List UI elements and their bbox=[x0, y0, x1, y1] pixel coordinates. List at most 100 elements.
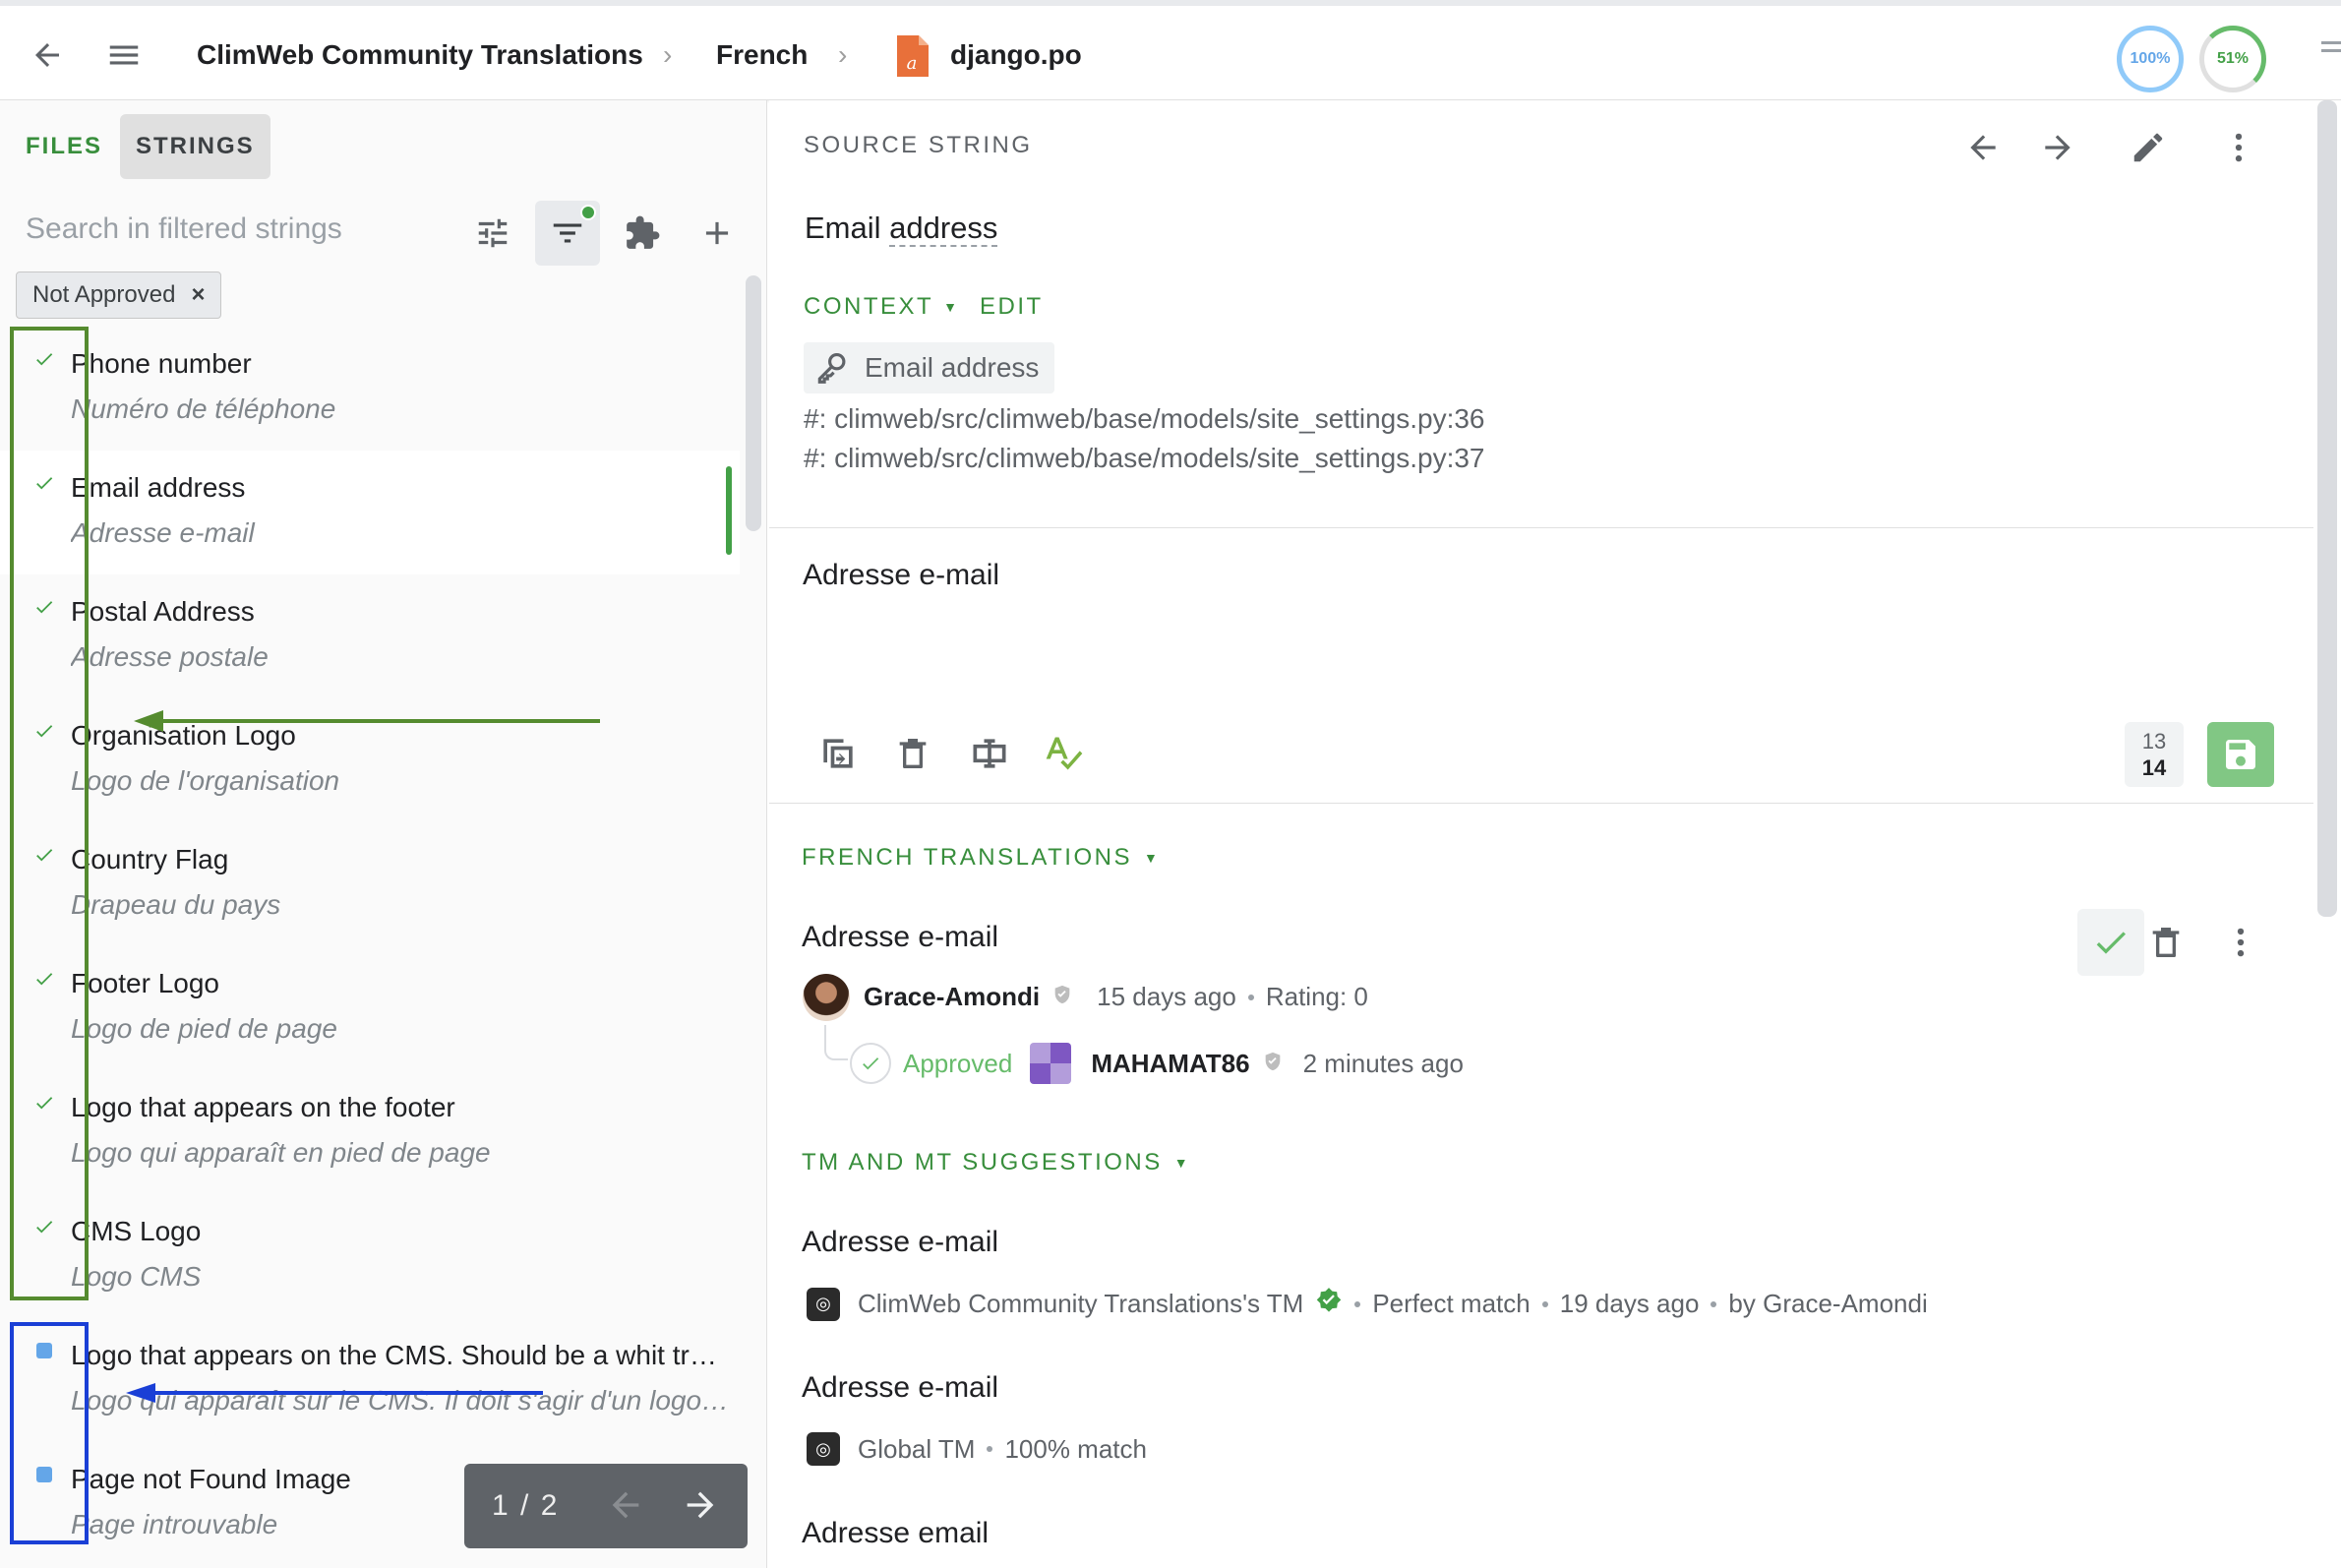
next-string-icon[interactable] bbox=[2030, 120, 2085, 175]
translated-progress-ring[interactable]: 100% bbox=[2117, 26, 2184, 92]
arrow-left-icon[interactable] bbox=[606, 1485, 645, 1530]
separator-dot bbox=[1354, 1300, 1361, 1307]
string-source-text: Email address bbox=[71, 472, 246, 503]
source-reference: #: climweb/src/climweb/base/models/site_… bbox=[804, 403, 1485, 434]
string-source-text: Country Flag bbox=[71, 844, 229, 874]
file-po-icon: a bbox=[895, 35, 929, 82]
delete-translation-icon[interactable] bbox=[2138, 915, 2193, 970]
more-vert-icon[interactable] bbox=[2211, 120, 2266, 175]
top-bar: ClimWeb Community Translations › French … bbox=[0, 0, 2341, 100]
side-menu-icon[interactable] bbox=[2321, 41, 2341, 44]
pager: 1 / 2 bbox=[464, 1464, 748, 1548]
text-field-icon[interactable] bbox=[962, 726, 1017, 781]
string-list-item[interactable]: Logo that appears on the footer Logo qui … bbox=[0, 1070, 740, 1194]
string-list-item[interactable]: Footer Logo Logo de pied de page bbox=[0, 946, 740, 1070]
editor-panel: SOURCE STRING Email address CONTEXT ▼ ED… bbox=[769, 100, 2341, 1568]
more-vert-icon[interactable] bbox=[2213, 915, 2268, 970]
sliders-icon[interactable] bbox=[460, 201, 525, 266]
char-count-translation: 14 bbox=[2141, 755, 2167, 780]
string-translation-text: Numéro de téléphone bbox=[71, 393, 336, 424]
string-list-item[interactable]: Postal Address Adresse postale bbox=[0, 574, 740, 698]
list-scrollbar[interactable] bbox=[746, 275, 761, 531]
approver-avatar[interactable] bbox=[1030, 1043, 1072, 1084]
string-list-item[interactable]: Phone number Numéro de téléphone bbox=[0, 327, 740, 451]
annotation-box-green bbox=[10, 327, 89, 1300]
translation-textarea[interactable]: Adresse e-mail bbox=[803, 559, 2278, 775]
separator-dot bbox=[1711, 1300, 1717, 1307]
caret-down-icon: ▼ bbox=[1173, 1155, 1191, 1171]
approval-meta: Approved MAHAMAT86 2 minutes ago bbox=[850, 1043, 1464, 1084]
translations-heading[interactable]: FRENCH TRANSLATIONS ▼ bbox=[802, 844, 1160, 872]
close-icon[interactable]: × bbox=[191, 281, 205, 309]
translations-heading-label: FRENCH TRANSLATIONS bbox=[802, 844, 1132, 871]
tab-files[interactable]: FILES bbox=[10, 114, 118, 179]
save-icon bbox=[2226, 740, 2255, 769]
string-list-item[interactable]: Country Flag Drapeau du pays bbox=[0, 822, 740, 946]
approver-name[interactable]: MAHAMAT86 bbox=[1091, 1049, 1249, 1079]
translation-meta: Grace-Amondi 15 days ago Rating: 0 bbox=[864, 982, 1368, 1012]
tab-strings-label: STRINGS bbox=[136, 133, 255, 159]
arrow-right-icon[interactable] bbox=[681, 1485, 720, 1530]
check-circle-icon bbox=[850, 1043, 891, 1084]
source-word-glossary[interactable]: address bbox=[889, 211, 998, 247]
suggestion-author[interactable]: by Grace-Amondi bbox=[1728, 1289, 1927, 1319]
string-translation-text: Drapeau du pays bbox=[71, 889, 281, 920]
menu-icon[interactable] bbox=[102, 33, 146, 77]
breadcrumb-file[interactable]: django.po bbox=[950, 39, 1082, 71]
suggestion-source[interactable]: ClimWeb Community Translations's TM bbox=[858, 1289, 1303, 1319]
strings-panel: FILES STRINGS Search in filtered strings… bbox=[0, 100, 767, 1568]
caret-down-icon: ▼ bbox=[1143, 850, 1161, 866]
suggestions-heading[interactable]: TM AND MT SUGGESTIONS ▼ bbox=[802, 1149, 1190, 1176]
key-icon bbox=[817, 352, 846, 384]
divider bbox=[769, 527, 2313, 528]
editor-scrollbar[interactable] bbox=[2317, 100, 2337, 917]
chevron-right-icon: › bbox=[838, 39, 848, 70]
svg-text:a: a bbox=[907, 53, 918, 74]
save-button[interactable] bbox=[2207, 722, 2274, 787]
approved-progress-ring[interactable]: 51% bbox=[2199, 26, 2266, 92]
suggestion-match: Perfect match bbox=[1372, 1289, 1531, 1318]
approved-progress-value: 51% bbox=[2216, 50, 2250, 67]
suggestion-text[interactable]: Adresse email bbox=[802, 1517, 989, 1550]
spellcheck-icon[interactable] bbox=[1037, 726, 1092, 781]
previous-string-icon[interactable] bbox=[1955, 120, 2011, 175]
breadcrumb-project[interactable]: ClimWeb Community Translations bbox=[197, 39, 643, 71]
tab-strings[interactable]: STRINGS bbox=[120, 114, 270, 179]
breadcrumb-language[interactable]: French bbox=[716, 39, 808, 71]
delete-icon[interactable] bbox=[885, 726, 940, 781]
translation-text[interactable]: Adresse e-mail bbox=[802, 921, 998, 954]
context-edit-button[interactable]: EDIT bbox=[980, 293, 1044, 321]
translation-rating: Rating: 0 bbox=[1265, 982, 1368, 1011]
filter-chip-not-approved[interactable]: Not Approved × bbox=[16, 271, 222, 319]
back-arrow-icon[interactable] bbox=[26, 33, 69, 77]
string-list-item[interactable]: Email address Adresse e-mail bbox=[0, 451, 740, 574]
avatar[interactable] bbox=[803, 974, 850, 1021]
string-translation-text: Logo CMS bbox=[71, 1261, 202, 1292]
annotation-arrow-blue bbox=[126, 1383, 543, 1403]
suggestion-match: 100% match bbox=[1004, 1433, 1147, 1464]
filter-button[interactable] bbox=[535, 201, 600, 266]
approve-button[interactable] bbox=[2077, 909, 2144, 976]
add-icon[interactable] bbox=[685, 201, 750, 266]
search-input[interactable]: Search in filtered strings bbox=[26, 212, 342, 246]
filter-chip-label: Not Approved bbox=[32, 281, 176, 308]
puzzle-icon[interactable] bbox=[610, 201, 675, 266]
shield-icon bbox=[1262, 1049, 1284, 1079]
suggestion-text[interactable]: Adresse e-mail bbox=[802, 1371, 998, 1405]
context-label: CONTEXT bbox=[804, 293, 934, 320]
suggestions-heading-label: TM AND MT SUGGESTIONS bbox=[802, 1149, 1163, 1176]
context-toggle[interactable]: CONTEXT ▼ bbox=[804, 293, 960, 321]
selected-indicator bbox=[726, 466, 732, 555]
context-key-chip: Email address bbox=[804, 342, 1055, 393]
tm-logo-icon: ◎ bbox=[807, 1432, 840, 1466]
string-list-item[interactable]: CMS Logo Logo CMS bbox=[0, 1194, 740, 1318]
copy-source-icon[interactable] bbox=[810, 726, 866, 781]
suggestion-meta: ◎ Global TM 100% match bbox=[807, 1432, 1147, 1466]
source-string-heading: SOURCE STRING bbox=[804, 132, 1033, 158]
suggestion-time: 19 days ago bbox=[1559, 1289, 1700, 1318]
suggestion-source[interactable]: Global TM bbox=[858, 1434, 975, 1465]
verified-badge-icon bbox=[1315, 1287, 1343, 1321]
edit-pencil-icon[interactable] bbox=[2121, 120, 2176, 175]
author-name[interactable]: Grace-Amondi bbox=[864, 982, 1040, 1012]
suggestion-text[interactable]: Adresse e-mail bbox=[802, 1226, 998, 1259]
